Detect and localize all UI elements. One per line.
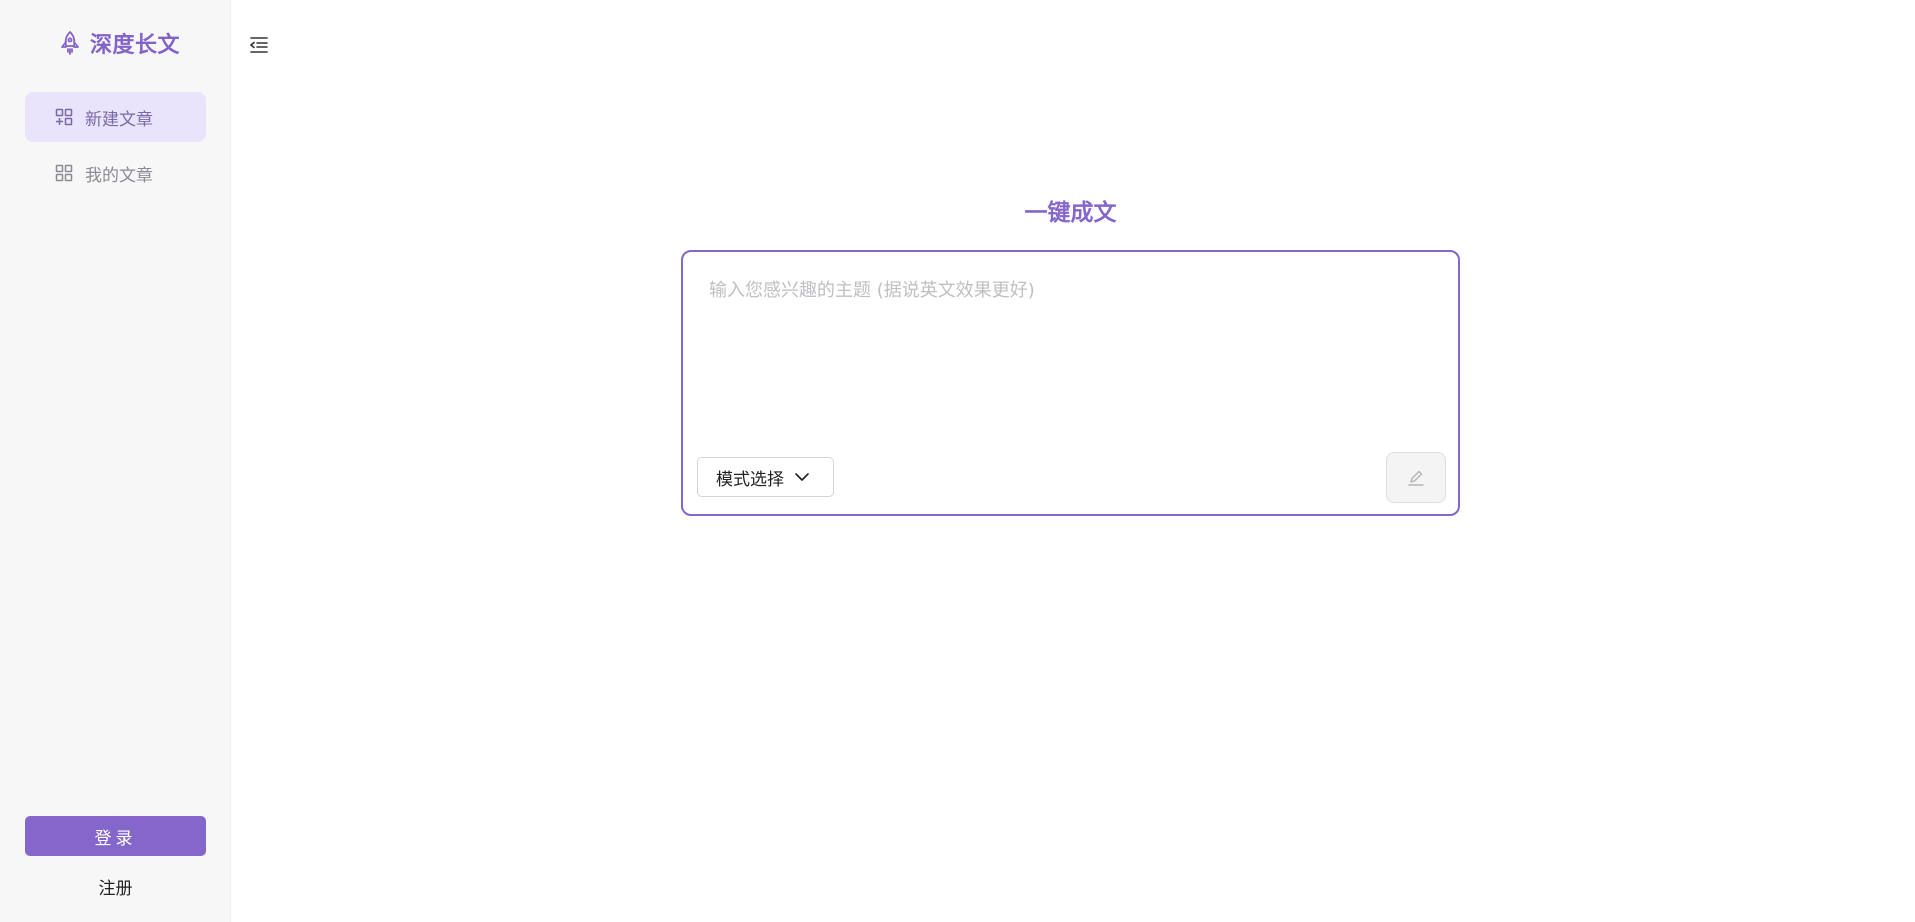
register-link[interactable]: 注册 bbox=[25, 874, 206, 899]
mode-select[interactable]: 模式选择 bbox=[697, 457, 834, 497]
new-article-icon bbox=[55, 108, 73, 126]
grid-icon bbox=[55, 164, 73, 182]
brand-name: 深度长文 bbox=[90, 33, 181, 58]
mode-select-label: 模式选择 bbox=[716, 469, 784, 490]
collapse-sidebar-button[interactable] bbox=[248, 34, 272, 58]
topic-input[interactable] bbox=[707, 274, 1431, 458]
pencil-icon bbox=[1406, 468, 1426, 488]
generate-button[interactable] bbox=[1386, 452, 1446, 503]
brand[interactable]: 深度长文 bbox=[58, 28, 180, 58]
chevron-down-icon bbox=[794, 469, 810, 485]
sidebar-item-my-articles[interactable]: 我的文章 bbox=[25, 148, 206, 198]
login-button[interactable]: 登录 bbox=[25, 816, 206, 856]
collapse-sidebar-icon bbox=[248, 34, 272, 56]
sidebar-item-label: 新建文章 bbox=[85, 109, 153, 130]
page-title: 一键成文 bbox=[1024, 200, 1117, 226]
rocket-icon bbox=[58, 30, 82, 56]
sidebar: 深度长文 新建文章 我的文章 登录 注册 bbox=[0, 0, 231, 922]
sidebar-item-new-article[interactable]: 新建文章 bbox=[25, 92, 206, 142]
app-root: 深度长文 新建文章 我的文章 登录 注册 一键成文 输入您感兴趣的主题 (据说英… bbox=[0, 0, 1915, 922]
topic-editor: 模式选择 bbox=[681, 250, 1460, 516]
sidebar-item-label: 我的文章 bbox=[85, 165, 153, 186]
